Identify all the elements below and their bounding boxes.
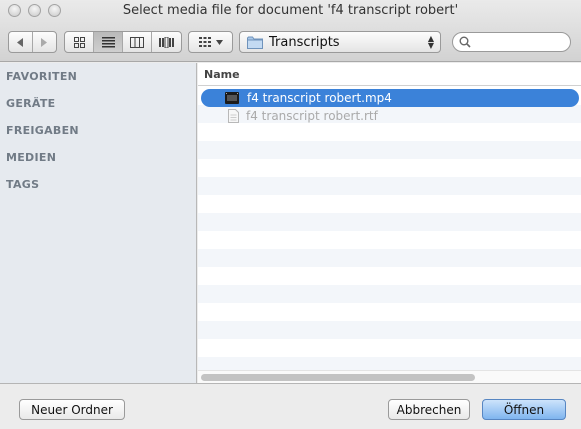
list-item-mp4[interactable]: f4 transcript robert.mp4 xyxy=(201,89,579,107)
row-stripe xyxy=(198,159,581,177)
sidebar-section-favoriten[interactable]: FAVORITEN xyxy=(6,70,77,83)
title-bar: Select media file for document 'f4 trans… xyxy=(0,0,581,22)
row-stripe xyxy=(198,321,581,339)
row-stripe xyxy=(198,141,581,159)
row-stripe xyxy=(198,339,581,357)
row-stripe xyxy=(198,249,581,267)
sidebar-section-freigaben[interactable]: FREIGABEN xyxy=(6,124,79,137)
row-stripe xyxy=(198,213,581,231)
row-stripe xyxy=(198,231,581,249)
list-view-button[interactable] xyxy=(94,32,123,52)
folder-icon xyxy=(247,36,263,49)
file-name: f4 transcript robert.rtf xyxy=(246,109,378,123)
row-stripe xyxy=(198,177,581,195)
arrange-button[interactable] xyxy=(188,31,233,53)
list-item-rtf: f4 transcript robert.rtf xyxy=(201,107,378,125)
dialog-footer: Neuer Ordner Abbrechen Öffnen xyxy=(0,383,581,429)
row-stripe xyxy=(198,285,581,303)
row-stripe xyxy=(198,195,581,213)
sidebar: FAVORITEN GERÄTE FREIGABEN MEDIEN TAGS xyxy=(0,63,197,383)
chevron-right-icon xyxy=(41,37,48,47)
forward-button[interactable] xyxy=(33,32,56,52)
row-stripe xyxy=(198,303,581,321)
file-name: f4 transcript robert.mp4 xyxy=(247,91,392,105)
sidebar-section-geraete[interactable]: GERÄTE xyxy=(6,97,56,110)
row-stripe xyxy=(198,123,581,141)
column-view-icon xyxy=(130,36,144,48)
chevron-down-icon xyxy=(215,39,223,45)
file-rows: f4 transcript robert.mp4 f4 transcript r… xyxy=(198,87,581,375)
chevron-left-icon xyxy=(17,37,24,47)
icon-view-icon xyxy=(73,36,85,48)
search-field[interactable] xyxy=(452,32,571,52)
location-label: Transcripts xyxy=(269,34,340,50)
scrollbar-thumb[interactable] xyxy=(201,374,475,381)
arrange-button-content xyxy=(189,32,232,52)
location-popup[interactable]: Transcripts ▲ ▼ xyxy=(239,31,441,53)
cancel-button[interactable]: Abbrechen xyxy=(388,399,470,420)
video-file-icon xyxy=(225,92,239,104)
coverflow-view-icon xyxy=(159,36,174,48)
horizontal-scrollbar[interactable] xyxy=(198,370,581,383)
arrange-grid-icon xyxy=(198,37,211,47)
navigation-buttons xyxy=(8,31,57,53)
sidebar-section-tags[interactable]: TAGS xyxy=(6,178,39,191)
list-view-icon xyxy=(101,36,115,47)
column-header-label: Name xyxy=(204,68,240,81)
icon-view-button[interactable] xyxy=(65,32,94,52)
document-file-icon xyxy=(228,109,239,123)
window-chrome: Select media file for document 'f4 trans… xyxy=(0,0,581,62)
column-view-button[interactable] xyxy=(123,32,152,52)
search-icon xyxy=(459,36,471,48)
file-list: Name f4 transcript robert.mp4 f4 transcr… xyxy=(198,63,581,383)
coverflow-view-button[interactable] xyxy=(152,32,181,52)
column-header-name[interactable]: Name xyxy=(198,63,581,86)
open-button[interactable]: Öffnen xyxy=(482,399,566,420)
new-folder-button[interactable]: Neuer Ordner xyxy=(19,399,125,420)
back-button[interactable] xyxy=(9,32,33,52)
view-mode-selector xyxy=(64,31,182,53)
row-stripe xyxy=(198,267,581,285)
updown-arrows-icon: ▲ ▼ xyxy=(427,34,434,50)
sidebar-section-medien[interactable]: MEDIEN xyxy=(6,151,56,164)
window-title: Select media file for document 'f4 trans… xyxy=(122,3,459,18)
